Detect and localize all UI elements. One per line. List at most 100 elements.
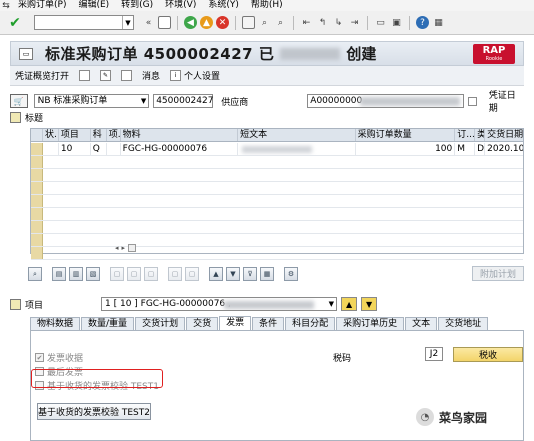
expand-section-icon[interactable]: [10, 112, 21, 123]
tab-conditions[interactable]: 条件: [252, 317, 285, 330]
po-number-field[interactable]: 4500002427: [153, 94, 213, 108]
tab-texts[interactable]: 文本: [405, 317, 438, 330]
row-selector[interactable]: [31, 221, 43, 233]
menu-edit[interactable]: 编辑(E): [72, 0, 115, 11]
chevron-down-icon[interactable]: ▼: [122, 16, 133, 29]
select-all-header[interactable]: [31, 129, 43, 141]
gr-based-iv-test2-button[interactable]: 基于收货的发票校验 TEST2: [37, 403, 151, 420]
menu-purchase-order[interactable]: 采购订单(P): [12, 0, 72, 11]
table-row[interactable]: [31, 221, 523, 234]
cell-short-text[interactable]: [238, 143, 356, 155]
exit-icon[interactable]: ▲: [200, 16, 213, 29]
messages-button[interactable]: 消息: [137, 69, 165, 82]
row-selector[interactable]: [31, 208, 43, 220]
col-item-cat[interactable]: 项.: [107, 129, 121, 141]
tab-delivery[interactable]: 交货: [186, 317, 219, 330]
table-row[interactable]: [31, 169, 523, 182]
taxes-button[interactable]: 税收: [453, 347, 523, 362]
change-display-button[interactable]: ✎: [95, 70, 116, 81]
row-selector[interactable]: [31, 156, 43, 168]
print-icon[interactable]: [242, 16, 255, 29]
col-po-qty[interactable]: 采购订单数量: [356, 129, 456, 141]
col-type[interactable]: 类: [475, 129, 486, 141]
history-back-icon[interactable]: «: [142, 16, 155, 29]
cell-item-cat[interactable]: [107, 143, 121, 155]
insert-icon[interactable]: ▢: [127, 267, 141, 281]
delete-icon[interactable]: ▢: [110, 267, 124, 281]
menu-goto[interactable]: 转到(G): [115, 0, 159, 11]
next-page-icon[interactable]: ↳: [332, 16, 345, 29]
cell-material[interactable]: FGC-HG-00000076: [121, 143, 239, 155]
prev-item-button[interactable]: ▲: [341, 297, 358, 311]
layout-icon[interactable]: ▦: [432, 16, 445, 29]
filter-set-icon[interactable]: ⊽: [243, 267, 257, 281]
doc-overview-button[interactable]: 凭证概览打开: [10, 69, 74, 82]
table-row[interactable]: [31, 234, 523, 247]
help-icon[interactable]: ?: [416, 16, 429, 29]
back-icon[interactable]: ◀: [184, 16, 197, 29]
table-row[interactable]: [31, 156, 523, 169]
cell-po-qty[interactable]: 100: [356, 143, 456, 155]
detail-icon[interactable]: ⌕: [28, 267, 42, 281]
enter-check-icon[interactable]: ✔: [4, 13, 26, 33]
sum-icon[interactable]: ▦: [260, 267, 274, 281]
row-selector[interactable]: [31, 169, 43, 181]
menu-help[interactable]: 帮助(H): [245, 0, 289, 11]
header-section-toggle[interactable]: 标题: [10, 111, 524, 124]
settings-icon[interactable]: ⚙: [284, 267, 298, 281]
col-material[interactable]: 物料: [121, 129, 239, 141]
tab-account-assignment[interactable]: 科目分配: [285, 317, 336, 330]
first-page-icon[interactable]: ⇤: [300, 16, 313, 29]
filter-icon[interactable]: ▼: [226, 267, 240, 281]
row-selector[interactable]: [31, 195, 43, 207]
table-row[interactable]: [31, 208, 523, 221]
menu-system[interactable]: 系统(Y): [202, 0, 245, 11]
find-next-icon[interactable]: ⌕: [274, 16, 287, 29]
menu-environment[interactable]: 环境(V): [159, 0, 202, 11]
copy-icon[interactable]: ▤: [52, 267, 66, 281]
row-selector[interactable]: [31, 182, 43, 194]
tab-delivery-address[interactable]: 交货地址: [438, 317, 489, 330]
tab-delivery-schedule[interactable]: 交货计划: [135, 317, 186, 330]
copy-row-icon[interactable]: ▢: [185, 267, 199, 281]
shortcut-icon[interactable]: ▣: [390, 16, 403, 29]
tab-po-history[interactable]: 采购订单历史: [336, 317, 405, 330]
expand-icon[interactable]: ▥: [69, 267, 83, 281]
vendor-lookup-box[interactable]: [467, 96, 477, 106]
sort-asc-icon[interactable]: ▲: [209, 267, 223, 281]
cut-icon[interactable]: ▢: [168, 267, 182, 281]
invoice-receipt-checkbox[interactable]: ✔ 发票收据: [35, 351, 83, 364]
col-short-text[interactable]: 短文本: [238, 129, 356, 141]
collapse-section-icon[interactable]: [10, 298, 21, 310]
personal-settings-button[interactable]: i 个人设置: [165, 69, 225, 82]
horizontal-scrollbar[interactable]: ◂ ▸: [115, 242, 175, 253]
scroll-thumb[interactable]: [128, 243, 137, 252]
chevron-down-icon[interactable]: ▼: [329, 298, 334, 310]
scroll-left-icon[interactable]: ◂: [115, 244, 119, 252]
cancel-icon[interactable]: ✕: [216, 16, 229, 29]
item-select[interactable]: 1 [ 10 ] FGC-HG-00000076 , ▼: [101, 297, 338, 311]
cell-delivery-date[interactable]: 2020.10: [485, 143, 523, 155]
col-item[interactable]: 项目: [59, 129, 91, 141]
cell-item[interactable]: 10: [59, 143, 91, 155]
row-selector[interactable]: [31, 143, 43, 155]
collapse-icon[interactable]: ▧: [86, 267, 100, 281]
prev-page-icon[interactable]: ↰: [316, 16, 329, 29]
table-row[interactable]: [31, 182, 523, 195]
new-session-icon[interactable]: ▭: [374, 16, 387, 29]
save-icon[interactable]: [158, 16, 171, 29]
row-selector[interactable]: [31, 247, 43, 259]
addl-planning-button[interactable]: 附加计划: [472, 266, 524, 281]
col-unit[interactable]: 订...: [455, 129, 476, 141]
tab-quantity-weight[interactable]: 数量/重量: [81, 317, 135, 330]
cell-type[interactable]: D: [475, 143, 486, 155]
row-selector[interactable]: [31, 234, 43, 246]
cell-unit[interactable]: M: [455, 143, 476, 155]
col-status[interactable]: 状.: [43, 129, 59, 141]
scroll-right-icon[interactable]: ▸: [122, 244, 126, 252]
next-item-button[interactable]: ▼: [361, 297, 378, 311]
tax-code-field[interactable]: J2: [425, 347, 443, 361]
find-icon[interactable]: ⌕: [258, 16, 271, 29]
table-row[interactable]: [31, 195, 523, 208]
col-delivery-date[interactable]: 交货日期: [485, 129, 523, 141]
